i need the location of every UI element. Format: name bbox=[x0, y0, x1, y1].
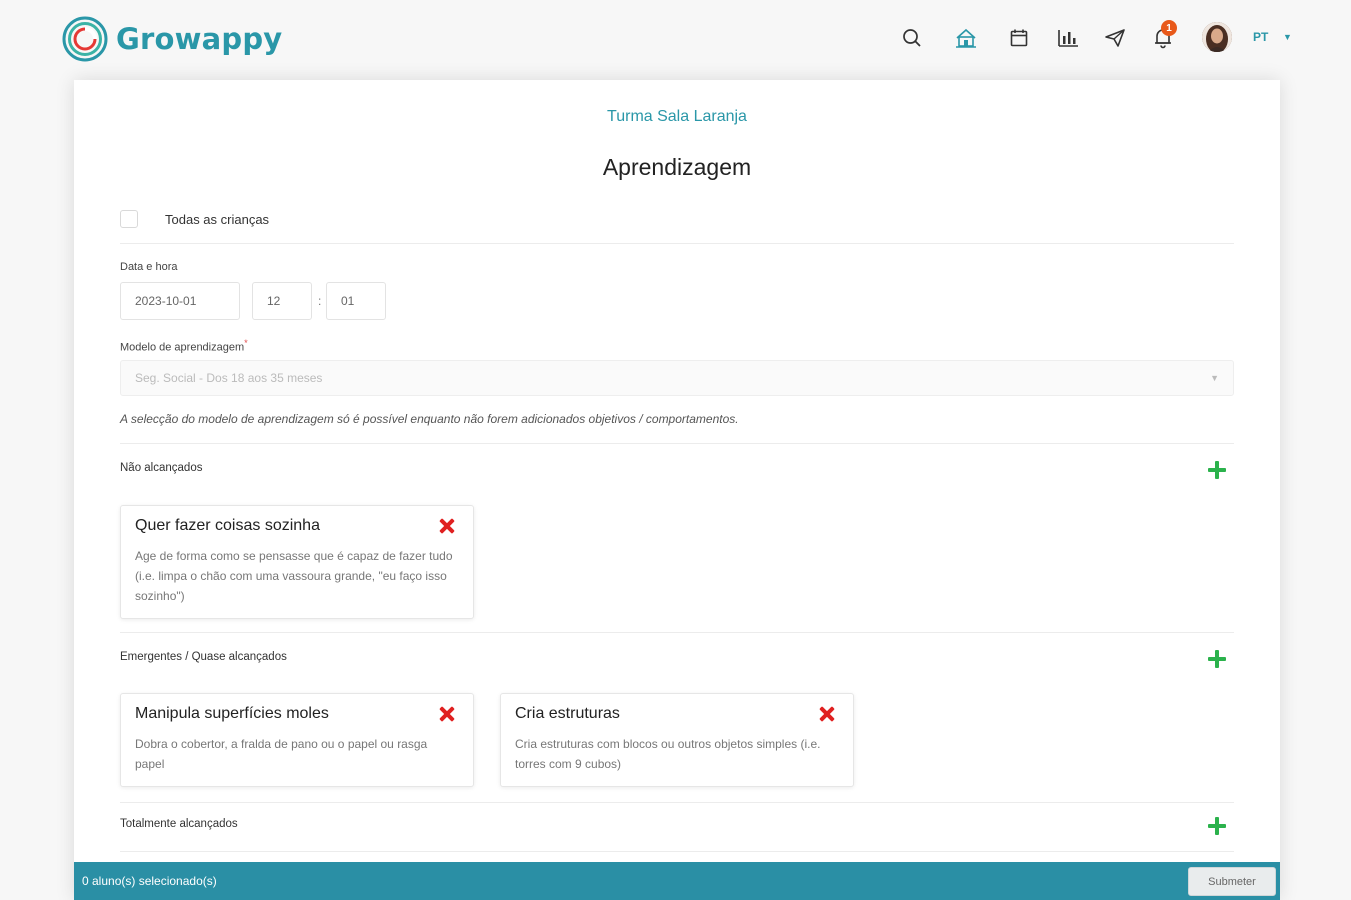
hour-input[interactable]: 12 bbox=[252, 282, 312, 320]
model-selection-note: A selecção do modelo de aprendizagem só … bbox=[120, 412, 739, 426]
behavior-description: Age de forma como se pensasse que é capa… bbox=[135, 549, 453, 603]
remove-icon[interactable] bbox=[819, 706, 835, 722]
bell-icon[interactable]: 1 bbox=[1151, 20, 1177, 50]
section-label-not-achieved: Não alcançados bbox=[120, 462, 203, 474]
add-not-achieved-button[interactable] bbox=[1206, 459, 1228, 481]
remove-icon[interactable] bbox=[439, 706, 455, 722]
send-icon[interactable] bbox=[1103, 26, 1127, 50]
behavior-card: Manipula superfícies moles Dobra o cober… bbox=[120, 693, 474, 787]
model-label: Modelo de aprendizagem* bbox=[120, 338, 248, 354]
divider bbox=[120, 443, 1234, 444]
notification-badge: 1 bbox=[1161, 20, 1177, 36]
chevron-down-icon: ▼ bbox=[1210, 373, 1219, 383]
remove-icon[interactable] bbox=[439, 518, 455, 534]
all-children-checkbox[interactable] bbox=[120, 210, 138, 228]
selection-footer-bar: 0 aluno(s) selecionado(s) Submeter bbox=[74, 862, 1280, 900]
behavior-description: Dobra o cobertor, a fralda de pano ou o … bbox=[135, 737, 428, 771]
required-mark: * bbox=[244, 338, 248, 348]
behavior-title: Quer fazer coisas sozinha bbox=[135, 517, 320, 534]
learning-form-card: Turma Sala Laranja Aprendizagem Todas as… bbox=[74, 80, 1280, 900]
behavior-card: Cria estruturas Cria estruturas com bloc… bbox=[500, 693, 854, 787]
divider bbox=[120, 851, 1234, 852]
nav-icons: 1 bbox=[0, 20, 1351, 56]
avatar[interactable] bbox=[1202, 22, 1232, 52]
add-achieved-button[interactable] bbox=[1206, 815, 1228, 837]
divider bbox=[120, 802, 1234, 803]
section-label-achieved: Totalmente alcançados bbox=[120, 818, 238, 830]
minute-input[interactable]: 01 bbox=[326, 282, 386, 320]
top-bar: Growappy 1 PT ▼ bbox=[0, 0, 1351, 78]
behavior-card: Quer fazer coisas sozinha Age de forma c… bbox=[120, 505, 474, 619]
submit-button[interactable]: Submeter bbox=[1188, 867, 1276, 896]
behavior-title: Cria estruturas bbox=[515, 705, 620, 722]
home-icon[interactable] bbox=[954, 26, 978, 50]
date-input[interactable]: 2023-10-01 bbox=[120, 282, 240, 320]
behavior-title: Manipula superfícies moles bbox=[135, 705, 329, 722]
learning-model-value: Seg. Social - Dos 18 aos 35 meses bbox=[135, 371, 323, 385]
add-emerging-button[interactable] bbox=[1206, 648, 1228, 670]
datetime-label: Data e hora bbox=[120, 261, 178, 273]
all-children-label: Todas as crianças bbox=[165, 211, 270, 227]
divider bbox=[120, 632, 1234, 633]
selected-students-count: 0 aluno(s) selecionado(s) bbox=[82, 874, 217, 888]
divider bbox=[120, 243, 1234, 244]
time-separator: : bbox=[318, 294, 322, 308]
language-selector[interactable]: PT bbox=[1253, 30, 1268, 44]
behavior-description: Cria estruturas com blocos ou outros obj… bbox=[515, 737, 821, 771]
search-icon[interactable] bbox=[900, 26, 924, 50]
model-label-text: Modelo de aprendizagem bbox=[120, 341, 245, 354]
page-title: Aprendizagem bbox=[602, 154, 752, 180]
chevron-down-icon[interactable]: ▼ bbox=[1283, 32, 1292, 42]
chart-icon[interactable] bbox=[1056, 26, 1080, 50]
all-children-row: Todas as crianças bbox=[120, 210, 269, 228]
learning-model-select[interactable]: Seg. Social - Dos 18 aos 35 meses ▼ bbox=[120, 360, 1234, 396]
section-label-emerging: Emergentes / Quase alcançados bbox=[120, 651, 287, 663]
class-name-link[interactable]: Turma Sala Laranja bbox=[74, 108, 1280, 126]
calendar-icon[interactable] bbox=[1007, 26, 1031, 50]
